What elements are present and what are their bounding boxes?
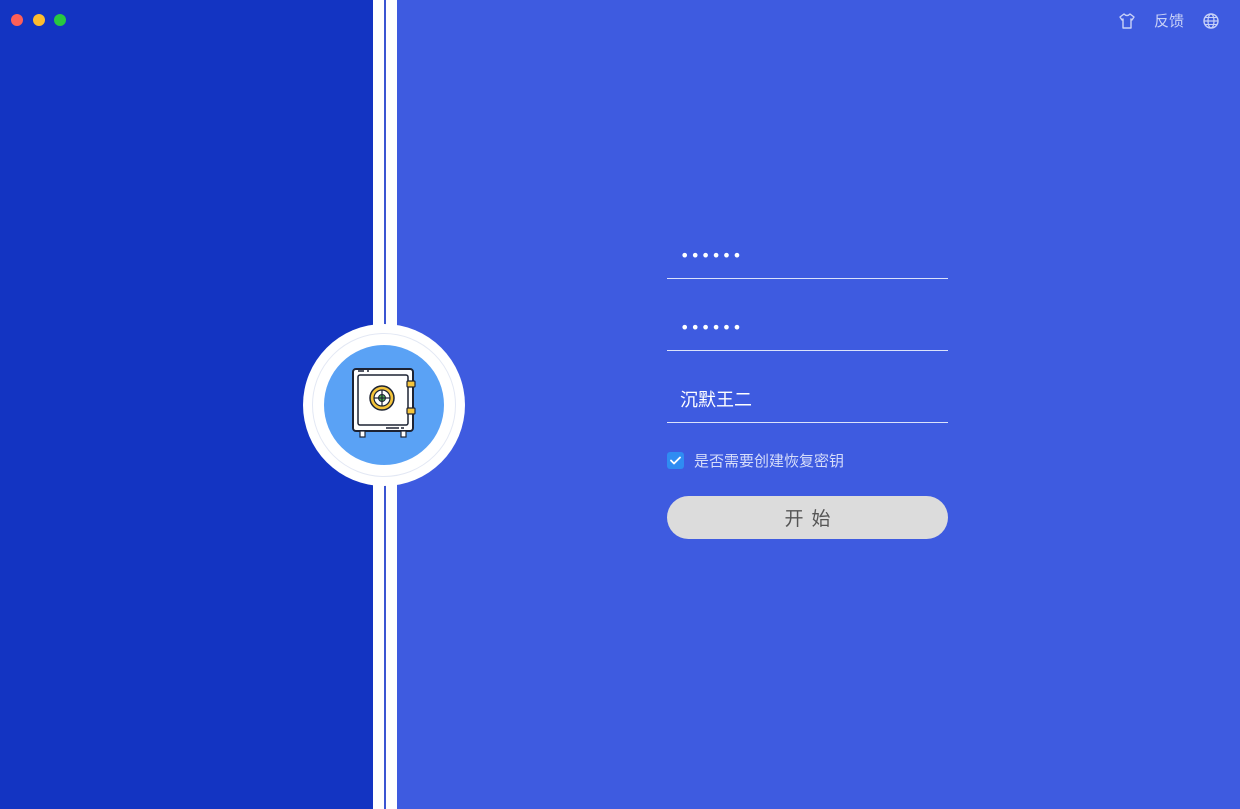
window-close-button[interactable]: [11, 14, 23, 26]
username-input[interactable]: [667, 378, 948, 420]
recovery-key-option[interactable]: 是否需要创建恢复密钥: [667, 450, 948, 471]
password-field[interactable]: ••••••: [667, 234, 948, 279]
window-minimize-button[interactable]: [33, 14, 45, 26]
checkmark-icon: [670, 456, 681, 465]
badge-circle: [324, 345, 444, 465]
recovery-key-label: 是否需要创建恢复密钥: [694, 452, 845, 470]
username-field[interactable]: [667, 378, 948, 423]
recovery-key-checkbox[interactable]: [667, 452, 684, 469]
safe-badge: [303, 324, 465, 486]
top-actions: 反馈: [1118, 10, 1220, 31]
password-masked-value: ••••••: [680, 246, 743, 265]
window-maximize-button[interactable]: [54, 14, 66, 26]
feedback-link[interactable]: 反馈: [1154, 10, 1184, 31]
app-window: 反馈 •••••• •••••• 沉默王二 是否需要创建恢复密钥 开始: [0, 0, 1240, 809]
setup-form: •••••• •••••• 是否需要创建恢复密钥 开始: [667, 234, 948, 539]
globe-icon[interactable]: [1202, 12, 1220, 30]
start-button[interactable]: 开始: [667, 496, 948, 539]
badge-ring: [312, 333, 456, 477]
safe-icon: [346, 363, 422, 447]
tshirt-icon[interactable]: [1118, 12, 1136, 30]
confirm-password-field[interactable]: ••••••: [667, 306, 948, 351]
confirm-password-masked-value: ••••••: [680, 318, 743, 337]
